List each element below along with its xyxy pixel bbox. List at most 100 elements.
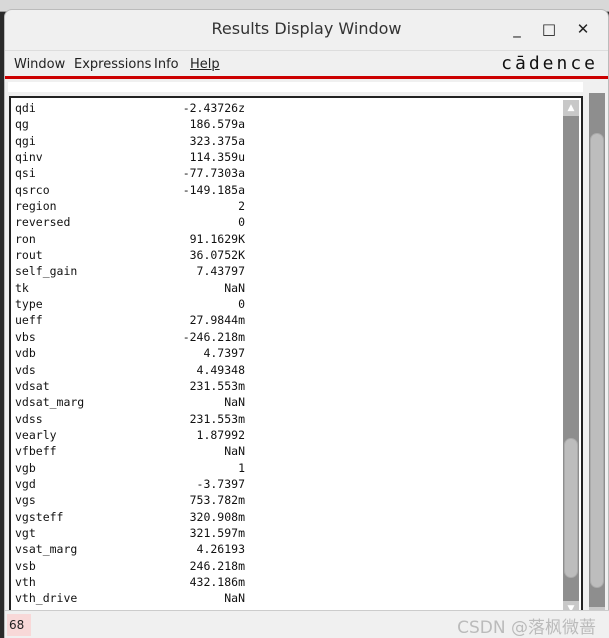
param-name: vgb bbox=[15, 460, 36, 475]
menu-expressions[interactable]: Expressions bbox=[74, 57, 151, 72]
list-item[interactable]: reversed 0 bbox=[15, 214, 245, 230]
param-name: vsat_marg bbox=[15, 542, 78, 557]
list-item[interactable]: vgb 1 bbox=[15, 460, 245, 476]
param-name: reversed bbox=[15, 215, 71, 230]
param-value: 323.375a bbox=[189, 133, 245, 148]
param-value: -2.43726z bbox=[182, 101, 245, 115]
expression-input[interactable] bbox=[8, 82, 583, 92]
list-item[interactable]: vth 432.186m bbox=[15, 574, 245, 590]
window-scrollbar[interactable]: ▼ bbox=[589, 93, 605, 623]
list-item[interactable]: ron 91.1629K bbox=[15, 231, 245, 247]
param-value: -149.185a bbox=[182, 182, 245, 197]
param-value: 0 bbox=[238, 297, 245, 312]
param-name: vearly bbox=[15, 427, 57, 442]
param-name: tk bbox=[15, 280, 29, 295]
param-value: 2 bbox=[238, 199, 245, 214]
param-name: self_gain bbox=[15, 264, 78, 279]
param-name: vds bbox=[15, 362, 36, 377]
param-value: 4.49348 bbox=[196, 362, 245, 377]
list-item[interactable]: qgi 323.375a bbox=[15, 133, 245, 149]
status-bar: 68 CSDN @落枫微蔷 bbox=[5, 610, 609, 638]
list-item[interactable]: vearly 1.87992 bbox=[15, 427, 245, 443]
param-name: ron bbox=[15, 231, 36, 246]
param-value: 36.0752K bbox=[189, 248, 245, 263]
maximize-button[interactable]: □ bbox=[537, 10, 561, 48]
scroll-up-icon[interactable]: ▲ bbox=[563, 100, 579, 116]
window-title: Results Display Window bbox=[211, 19, 402, 38]
window-scroll-thumb[interactable] bbox=[590, 133, 604, 588]
param-value: 91.1629K bbox=[189, 231, 245, 246]
list-item[interactable]: qsi -77.7303a bbox=[15, 165, 245, 181]
param-name: qinv bbox=[15, 150, 43, 165]
param-name: vdss bbox=[15, 411, 43, 426]
param-name: type bbox=[15, 297, 43, 312]
list-item[interactable]: vds 4.49348 bbox=[15, 362, 245, 378]
param-name: vth bbox=[15, 574, 36, 589]
param-name: vgt bbox=[15, 525, 36, 540]
list-item[interactable]: vdb 4.7397 bbox=[15, 345, 245, 361]
param-value: 753.782m bbox=[189, 493, 245, 508]
list-item[interactable]: vdsat 231.553m bbox=[15, 378, 245, 394]
param-value: 1.87992 bbox=[196, 427, 245, 442]
list-scrollbar[interactable]: ▲ ▼ bbox=[563, 100, 579, 617]
param-name: vbs bbox=[15, 329, 36, 344]
list-item[interactable]: vgt 321.597m bbox=[15, 525, 245, 541]
list-item[interactable]: qg 186.579a bbox=[15, 116, 245, 132]
param-value: 4.7397 bbox=[203, 346, 245, 361]
param-value: 186.579a bbox=[189, 117, 245, 132]
param-name: qsrco bbox=[15, 182, 50, 197]
param-name: region bbox=[15, 199, 57, 214]
list-item[interactable]: vgsteff 320.908m bbox=[15, 509, 245, 525]
line-count: 68 bbox=[7, 614, 31, 636]
watermark: CSDN @落枫微蔷 bbox=[457, 618, 596, 638]
param-name: vsb bbox=[15, 558, 36, 573]
param-value: 1 bbox=[238, 460, 245, 475]
param-name: vdsat bbox=[15, 378, 50, 393]
list-item[interactable]: vsb 246.218m bbox=[15, 558, 245, 574]
list-item[interactable]: vth_drive NaN bbox=[15, 590, 245, 606]
param-value: 231.553m bbox=[189, 378, 245, 393]
minimize-button[interactable]: _ bbox=[505, 10, 529, 48]
list-item[interactable]: tk NaN bbox=[15, 280, 245, 296]
param-name: qdi bbox=[15, 101, 36, 115]
list-item[interactable]: vfbeff NaN bbox=[15, 443, 245, 459]
list-item[interactable]: rout 36.0752K bbox=[15, 247, 245, 263]
list-item[interactable]: qdi -2.43726z bbox=[15, 100, 245, 116]
title-bar: Results Display Window _ □ ✕ bbox=[5, 10, 608, 48]
menu-window[interactable]: Window bbox=[14, 57, 65, 72]
list-item[interactable]: vdsat_marg NaN bbox=[15, 394, 245, 410]
list-item[interactable]: ueff 27.9844m bbox=[15, 312, 245, 328]
list-item[interactable]: region 2 bbox=[15, 198, 245, 214]
list-item[interactable]: vgd -3.7397 bbox=[15, 476, 245, 492]
param-name: vgs bbox=[15, 493, 36, 508]
list-item[interactable]: vbs -246.218m bbox=[15, 329, 245, 345]
scroll-thumb[interactable] bbox=[564, 438, 578, 578]
list-item[interactable]: type 0 bbox=[15, 296, 245, 312]
list-item[interactable]: self_gain 7.43797 bbox=[15, 263, 245, 279]
list-item[interactable]: vsat_marg 4.26193 bbox=[15, 541, 245, 557]
list-item[interactable]: vdss 231.553m bbox=[15, 411, 245, 427]
param-value: -246.218m bbox=[182, 329, 245, 344]
results-list[interactable]: qdi -2.43726z qg 186.579a qgi 323.375a qinv 114… bbox=[9, 96, 583, 621]
param-value: 114.359u bbox=[189, 150, 245, 165]
param-name: vdb bbox=[15, 346, 36, 361]
menu-help[interactable]: Help bbox=[190, 57, 220, 72]
menu-info[interactable]: Info bbox=[154, 57, 179, 72]
results-display-window: Results Display Window _ □ ✕ Window Expr… bbox=[4, 9, 609, 638]
param-name: qsi bbox=[15, 166, 36, 181]
menu-bar: Window Expressions Info Help cādence bbox=[5, 50, 608, 78]
list-item[interactable]: qsrco -149.185a bbox=[15, 182, 245, 198]
param-value: -3.7397 bbox=[196, 476, 245, 491]
param-value: 432.186m bbox=[189, 574, 245, 589]
param-value: 320.908m bbox=[189, 509, 245, 524]
close-button[interactable]: ✕ bbox=[571, 10, 595, 48]
param-value: 246.218m bbox=[189, 558, 245, 573]
list-item[interactable]: vgs 753.782m bbox=[15, 492, 245, 508]
param-name: vth_drive bbox=[15, 591, 78, 606]
param-value: NaN bbox=[224, 444, 245, 459]
param-value: 27.9844m bbox=[189, 313, 245, 328]
param-value: NaN bbox=[224, 591, 245, 606]
param-value: 231.553m bbox=[189, 411, 245, 426]
param-value: NaN bbox=[224, 395, 245, 410]
list-item[interactable]: qinv 114.359u bbox=[15, 149, 245, 165]
